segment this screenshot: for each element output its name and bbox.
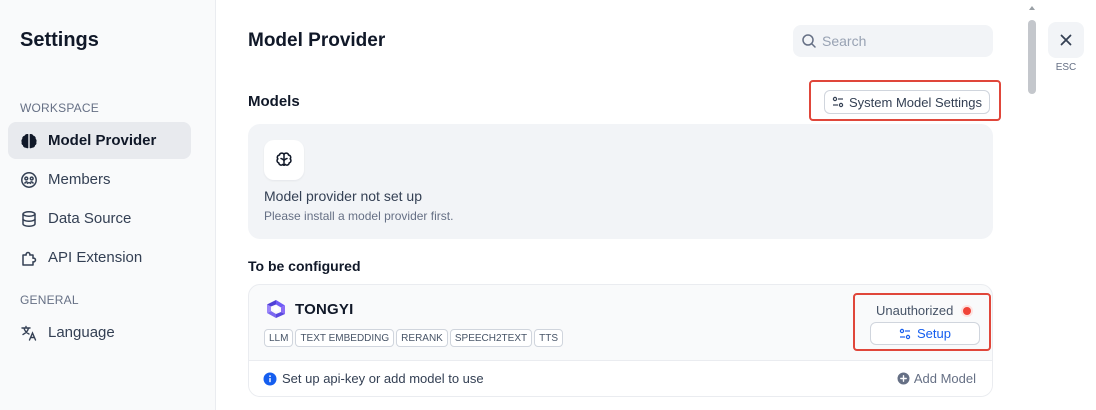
sidebar-item-label: Data Source: [48, 210, 132, 227]
system-model-settings-button[interactable]: System Model Settings: [824, 90, 990, 114]
database-icon: [20, 210, 38, 228]
add-model-label: Add Model: [913, 371, 976, 386]
model-type-tag: TTS: [534, 329, 563, 347]
sidebar-item-language[interactable]: Language: [8, 314, 191, 351]
sidebar-item-label: API Extension: [48, 249, 143, 266]
workspace-section-label: WORKSPACE: [20, 101, 99, 115]
brain-icon: [20, 132, 38, 150]
settings-sidebar: Settings WORKSPACE Model Provider Member…: [0, 0, 216, 410]
auth-status-text: Unauthorized: [876, 303, 954, 318]
setup-label: Setup: [917, 326, 951, 341]
sidebar-item-label: Model Provider: [48, 132, 157, 149]
model-type-tag: TEXT EMBEDDING: [295, 329, 395, 347]
auth-status-highlight: Unauthorized Setup: [853, 293, 991, 351]
page-title: Model Provider: [248, 30, 386, 51]
general-section-label: GENERAL: [20, 293, 79, 307]
auth-status: Unauthorized: [876, 303, 972, 318]
provider-card-footer: Set up api-key or add model to use Add M…: [249, 360, 992, 396]
system-model-settings-label: System Model Settings: [849, 94, 982, 110]
info-icon: [263, 372, 277, 386]
scrollbar-thumb[interactable]: [1028, 20, 1036, 94]
model-type-tag: RERANK: [396, 329, 448, 347]
empty-state-icon-box: [264, 140, 304, 180]
model-type-tag: SPEECH2TEXT: [449, 329, 533, 347]
model-type-tag: LLM: [264, 329, 294, 347]
status-dot-icon: [963, 306, 972, 315]
puzzle-icon: [20, 249, 38, 267]
vertical-scrollbar[interactable]: [1026, 0, 1038, 410]
provider-name: TONGYI: [295, 300, 354, 318]
members-icon: [20, 171, 38, 189]
settings-sliders-icon: [899, 328, 911, 340]
search-box[interactable]: [793, 25, 993, 57]
system-model-settings-highlight: System Model Settings: [809, 80, 1001, 121]
sidebar-item-api-extension[interactable]: API Extension: [8, 239, 191, 276]
main-content: Model Provider Models System Model Setti…: [216, 0, 1038, 410]
models-heading: Models: [248, 93, 300, 110]
brain-outline-icon: [276, 152, 292, 166]
setup-button[interactable]: Setup: [870, 322, 980, 345]
empty-state-subtitle: Please install a model provider first.: [264, 209, 454, 223]
empty-state-title: Model provider not set up: [264, 188, 422, 204]
settings-modal: Settings WORKSPACE Model Provider Member…: [0, 0, 1096, 410]
setup-info-text: Set up api-key or add model to use: [282, 371, 484, 386]
close-button[interactable]: [1048, 22, 1084, 58]
empty-state-card: Model provider not set up Please install…: [248, 124, 993, 239]
tongyi-logo-icon: [267, 300, 285, 318]
close-icon: [1060, 34, 1072, 46]
sidebar-title: Settings: [20, 29, 99, 51]
plus-circle-icon: [897, 372, 910, 385]
close-area: ESC: [1038, 0, 1096, 410]
sidebar-item-label: Members: [48, 171, 111, 188]
translate-icon: [20, 324, 38, 342]
esc-label: ESC: [1055, 62, 1077, 73]
add-model-button[interactable]: Add Model: [897, 371, 976, 386]
scroll-up-arrow-icon[interactable]: [1029, 6, 1035, 10]
sidebar-item-members[interactable]: Members: [8, 161, 191, 198]
sidebar-item-model-provider[interactable]: Model Provider: [8, 122, 191, 159]
search-input[interactable]: [822, 33, 982, 49]
search-icon: [801, 33, 817, 49]
provider-tags: LLM TEXT EMBEDDING RERANK SPEECH2TEXT TT…: [264, 329, 563, 347]
provider-header: TONGYI: [265, 298, 353, 320]
setup-info: Set up api-key or add model to use: [263, 371, 484, 386]
sidebar-item-label: Language: [48, 324, 115, 341]
settings-sliders-icon: [832, 96, 844, 108]
to-be-configured-heading: To be configured: [248, 258, 361, 274]
sidebar-item-data-source[interactable]: Data Source: [8, 200, 191, 237]
